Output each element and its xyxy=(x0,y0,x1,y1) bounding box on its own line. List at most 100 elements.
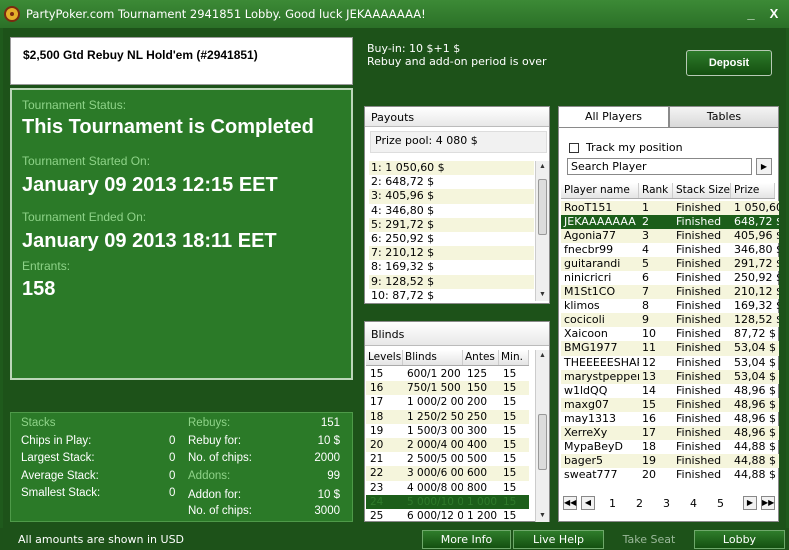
player-row[interactable]: cocicoli 9 Finished 128,52 $ xyxy=(561,313,779,328)
blinds-row[interactable]: 15 600/1 200 125 15 xyxy=(366,367,529,381)
player-rank: 12 xyxy=(642,355,656,369)
payouts-list[interactable]: 1: 1 050,60 $2: 648,72 $3: 405,96 $4: 34… xyxy=(369,161,534,301)
player-row[interactable]: bager5 19 Finished 44,88 $ xyxy=(561,453,779,468)
player-row[interactable]: fnecbr99 4 Finished 346,80 $ xyxy=(561,243,779,257)
payout-row: 8: 169,32 $ xyxy=(371,260,435,274)
blinds-row[interactable]: 21 2 500/5 000 500 15 xyxy=(366,452,529,466)
col-min[interactable]: Min. xyxy=(499,350,529,365)
tab-all-players[interactable]: All Players xyxy=(558,106,669,128)
player-row[interactable]: MypaBeyD 18 Finished 44,88 $ xyxy=(561,440,779,454)
player-prize: 44,88 $ xyxy=(734,467,776,481)
col-rank[interactable]: Rank xyxy=(639,183,673,198)
minimize-button[interactable]: _ xyxy=(743,6,759,22)
player-row[interactable]: may1313 16 Finished 48,96 $ xyxy=(561,412,779,426)
more-info-button[interactable]: More Info xyxy=(422,530,511,549)
player-row[interactable]: XerreXy 17 Finished 48,96 $ xyxy=(561,425,779,440)
player-name: w1ldQQ xyxy=(564,383,608,397)
player-row[interactable]: maxg07 15 Finished 48,96 $ xyxy=(561,397,779,412)
buyin-info: Buy-in: 10 $+1 $ Rebuy and add-on period… xyxy=(364,37,670,89)
player-rank: 16 xyxy=(642,411,656,425)
page-number[interactable]: 2 xyxy=(636,497,643,510)
blind-level: 18 xyxy=(370,410,384,423)
lobby-button[interactable]: Lobby xyxy=(694,530,785,549)
player-stack: Finished xyxy=(676,201,722,214)
blinds-row[interactable]: 17 1 000/2 000 200 15 xyxy=(366,395,529,409)
blinds-row[interactable]: 24 5 000/10 000 1 000 15 xyxy=(366,494,529,509)
players-list[interactable]: RooT151 1 Finished 1 050,60 $ JEKAAAAAAA 2 Fin… xyxy=(561,201,779,485)
blinds-row[interactable]: 25 6 000/12 000 1 200 15 xyxy=(366,509,529,523)
col-prize[interactable]: Prize xyxy=(731,183,775,198)
prev-page-icon[interactable]: ◀ xyxy=(581,496,595,510)
player-row[interactable]: RooT151 1 Finished 1 050,60 $ xyxy=(561,201,779,216)
player-stack: Finished xyxy=(676,341,722,355)
blind-level: 16 xyxy=(370,382,384,395)
page-number[interactable]: 4 xyxy=(690,497,697,510)
player-stack: Finished xyxy=(676,411,722,425)
blind-minutes: 15 xyxy=(503,509,517,522)
player-row[interactable]: JEKAAAAAAA 2 Finished 648,72 $ xyxy=(561,215,779,230)
player-row[interactable]: w1ldQQ 14 Finished 48,96 $ xyxy=(561,384,779,398)
player-stack: Finished xyxy=(676,327,722,341)
next-page-icon[interactable]: ▶ xyxy=(743,496,757,510)
player-rank: 19 xyxy=(642,453,656,467)
first-page-icon[interactable]: ◀◀ xyxy=(563,496,577,510)
player-stack: Finished xyxy=(676,397,722,411)
scroll-down-icon[interactable]: ▼ xyxy=(536,289,549,301)
player-name: BMG1977 xyxy=(564,341,618,355)
player-stack: Finished xyxy=(676,271,722,285)
live-help-button[interactable]: Live Help xyxy=(513,530,604,549)
last-page-icon[interactable]: ▶▶ xyxy=(761,496,775,510)
player-row[interactable]: Xaicoon 10 Finished 87,72 $ xyxy=(561,327,779,341)
payouts-title: Payouts xyxy=(365,107,549,127)
search-go-icon[interactable]: ▶ xyxy=(756,158,772,175)
blinds-row[interactable]: 16 750/1 500 150 15 xyxy=(366,381,529,396)
player-prize: 87,72 $ xyxy=(734,327,776,341)
page-number[interactable]: 5 xyxy=(717,497,724,510)
blinds-scrollbar[interactable]: ▲ ▼ xyxy=(535,350,549,522)
blinds-row[interactable]: 19 1 500/3 000 300 15 xyxy=(366,424,529,438)
player-row[interactable]: marystpepper 13 Finished 53,04 $ xyxy=(561,369,779,384)
blind-amount: 750/1 500 xyxy=(407,382,461,395)
col-blinds[interactable]: Blinds xyxy=(403,350,463,365)
page-number[interactable]: 3 xyxy=(663,497,670,510)
blinds-row[interactable]: 20 2 000/4 000 400 15 xyxy=(366,437,529,453)
scroll-thumb[interactable] xyxy=(538,179,547,235)
player-row[interactable]: klimos 8 Finished 169,32 $ xyxy=(561,299,779,313)
blinds-row[interactable]: 23 4 000/8 000 800 15 xyxy=(366,481,529,495)
blinds-row[interactable]: 18 1 250/2 500 250 15 xyxy=(366,409,529,424)
blind-level: 23 xyxy=(370,481,384,494)
payouts-scrollbar[interactable]: ▲ ▼ xyxy=(535,161,549,301)
player-name: M1St1CO xyxy=(564,285,616,299)
player-row[interactable]: Agonia77 3 Finished 405,96 $ xyxy=(561,229,779,244)
player-rank: 14 xyxy=(642,383,656,397)
player-row[interactable]: M1St1CO 7 Finished 210,12 $ xyxy=(561,285,779,300)
col-player-name[interactable]: Player name xyxy=(561,183,639,198)
addon-chips-value: 3000 xyxy=(314,505,340,517)
blind-amount: 5 000/10 000 xyxy=(407,495,463,508)
take-seat-button[interactable]: Take Seat xyxy=(606,530,692,549)
deposit-button[interactable]: Deposit xyxy=(686,50,772,76)
blind-amount: 1 250/2 500 xyxy=(407,410,463,423)
scroll-up-icon[interactable]: ▲ xyxy=(536,350,549,362)
track-position-checkbox[interactable] xyxy=(569,143,579,153)
search-player-input[interactable]: Search Player xyxy=(567,158,752,175)
col-stack-size[interactable]: Stack Size xyxy=(673,183,731,198)
scroll-down-icon[interactable]: ▼ xyxy=(536,510,549,522)
col-levels[interactable]: Levels xyxy=(366,350,403,365)
player-row[interactable]: sweat777 20 Finished 44,88 $ xyxy=(561,468,779,482)
close-button[interactable]: X xyxy=(766,6,782,22)
blinds-list[interactable]: 15 600/1 200 125 15 16 750/1 500 150 15 17 1 000/… xyxy=(366,367,529,529)
player-row[interactable]: ninicricri 6 Finished 250,92 $ xyxy=(561,271,779,285)
player-row[interactable]: BMG1977 11 Finished 53,04 $ xyxy=(561,341,779,356)
tab-tables[interactable]: Tables xyxy=(669,106,779,128)
blinds-row[interactable]: 22 3 000/6 000 600 15 xyxy=(366,466,529,481)
player-row[interactable]: THEEEEESHARK12 Finished 53,04 $ xyxy=(561,356,779,370)
page-number[interactable]: 1 xyxy=(609,497,616,510)
player-row[interactable]: guitarandi 5 Finished 291,72 $ xyxy=(561,257,779,272)
player-stack: Finished xyxy=(676,425,722,439)
scroll-thumb[interactable] xyxy=(538,414,547,470)
col-antes[interactable]: Antes xyxy=(463,350,499,365)
prize-pool: Prize pool: 4 080 $ xyxy=(370,131,547,153)
player-name: fnecbr99 xyxy=(564,243,614,257)
scroll-up-icon[interactable]: ▲ xyxy=(536,161,549,173)
